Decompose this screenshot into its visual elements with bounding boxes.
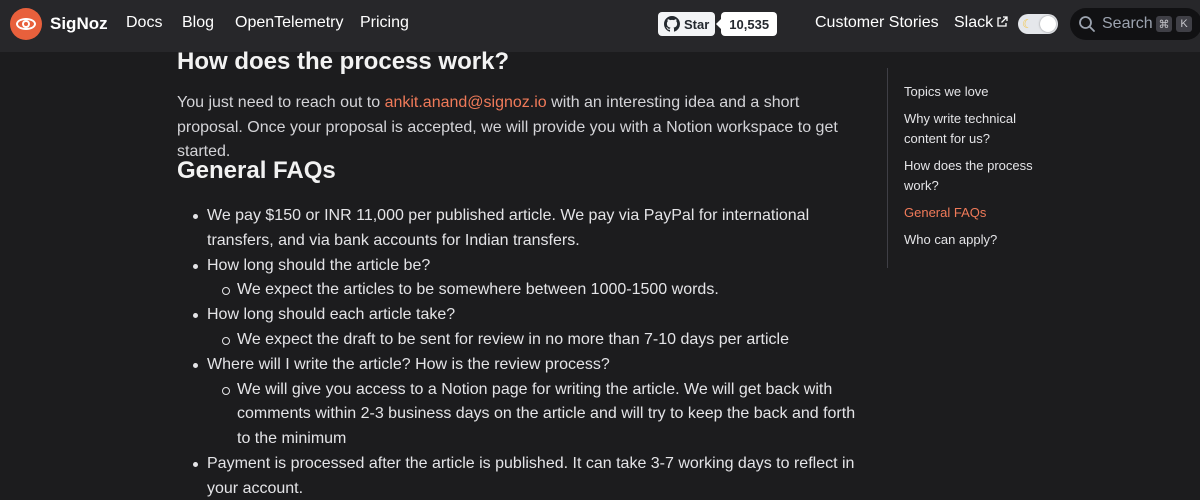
process-heading: How does the process work?	[177, 48, 510, 75]
faq-answer: We expect the articles to be somewhere b…	[207, 278, 867, 303]
faq-item: Payment is processed after the article i…	[177, 452, 867, 500]
nav-link-slack-label: Slack	[954, 14, 994, 31]
faq-item-text: Payment is processed after the article i…	[207, 454, 855, 497]
toc-item-why-write[interactable]: Why write technical content for us?	[888, 109, 1047, 149]
nav-link-docs[interactable]: Docs	[126, 14, 162, 32]
faq-heading: General FAQs	[177, 157, 336, 184]
github-star-count[interactable]: 10,535	[716, 12, 778, 36]
external-link-icon	[997, 16, 1008, 27]
nav-link-customer-stories[interactable]: Customer Stories	[815, 14, 939, 32]
faq-item-text: Where will I write the article? How is t…	[207, 355, 610, 373]
theme-toggle[interactable]: ☾	[1018, 14, 1058, 34]
toggle-knob	[1040, 16, 1056, 32]
shortcut-key-k: K	[1176, 16, 1192, 32]
brand-name: SigNoz	[50, 14, 108, 33]
github-star-button[interactable]: Star	[658, 12, 716, 36]
search-button[interactable]: Search ⌘ K	[1070, 8, 1200, 40]
top-navbar: SigNoz Docs Blog OpenTelemetry Pricing S…	[0, 0, 1200, 52]
faq-item-text: We pay $150 or INR 11,000 per published …	[207, 207, 810, 249]
toc-item-topics-we-love[interactable]: Topics we love	[888, 82, 1047, 102]
process-text-before: You just need to reach out to	[177, 94, 385, 111]
faq-item: How long should each article take? We ex…	[177, 303, 867, 353]
faq-answer: We expect the draft to be sent for revie…	[207, 328, 867, 353]
signoz-logo-icon	[10, 8, 42, 40]
toc-item-who-can-apply[interactable]: Who can apply?	[888, 230, 1047, 250]
moon-icon: ☾	[1022, 17, 1033, 31]
nav-link-slack[interactable]: Slack	[954, 14, 1008, 32]
faq-item-text: How long should each article take?	[207, 306, 456, 324]
faq-item: We pay $150 or INR 11,000 per published …	[177, 204, 867, 254]
nav-link-pricing[interactable]: Pricing	[360, 14, 409, 32]
shortcut-key-cmd: ⌘	[1156, 16, 1172, 32]
faq-item-text: How long should the article be?	[207, 256, 431, 274]
search-icon	[1079, 16, 1095, 32]
faq-item: How long should the article be? We expec…	[177, 254, 867, 304]
nav-link-opentelemetry[interactable]: OpenTelemetry	[235, 14, 344, 32]
toc-item-process[interactable]: How does the process work?	[888, 156, 1047, 196]
github-star-label: Star	[684, 16, 710, 32]
github-icon	[664, 16, 680, 32]
table-of-contents: Topics we love Why write technical conte…	[887, 68, 1047, 268]
search-label: Search	[1102, 15, 1153, 32]
faq-answer: We will give you access to a Notion page…	[207, 378, 867, 452]
github-star-widget[interactable]: Star 10,535	[658, 12, 778, 36]
contact-email-link[interactable]: ankit.anand@signoz.io	[385, 94, 547, 111]
toc-item-general-faqs[interactable]: General FAQs	[888, 203, 1047, 223]
faq-list: We pay $150 or INR 11,000 per published …	[177, 204, 867, 500]
brand-logo[interactable]: SigNoz	[10, 8, 108, 40]
process-paragraph: You just need to reach out to ankit.anan…	[177, 91, 857, 165]
faq-item: Where will I write the article? How is t…	[177, 353, 867, 452]
nav-link-blog[interactable]: Blog	[182, 14, 214, 32]
